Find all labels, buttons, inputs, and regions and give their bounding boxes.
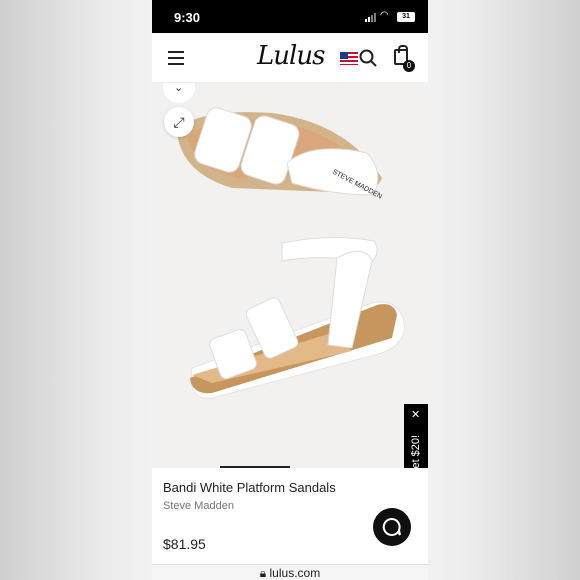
site-logo[interactable]: Lulus: [257, 41, 325, 71]
svg-text:⌄: ⌄: [174, 83, 183, 94]
menu-icon[interactable]: [168, 51, 184, 69]
signal-icon: [365, 13, 376, 22]
chat-button[interactable]: [373, 508, 411, 546]
url-text[interactable]: lulus.com: [270, 566, 321, 580]
wifi-icon: ◠: [380, 10, 389, 21]
right-backdrop: [428, 0, 580, 580]
close-icon[interactable]: ✕: [411, 408, 420, 421]
status-time: 9:30: [174, 10, 201, 25]
product-brand[interactable]: Steve Madden: [163, 500, 234, 512]
product-title: Bandi White Platform Sandals: [163, 480, 336, 495]
lock-icon: 🔒︎: [259, 566, 267, 580]
browser-url-bar[interactable]: 🔒︎ lulus.com: [152, 564, 428, 580]
product-price: $81.95: [163, 536, 206, 552]
chat-icon: [382, 517, 401, 536]
left-backdrop: [0, 0, 152, 580]
status-bar: 9:30 ◠ 31: [152, 0, 428, 33]
cart-count-badge: 0: [403, 60, 415, 72]
product-info: Bandi White Platform Sandals Steve Madde…: [152, 468, 428, 580]
product-image: STEVE MADDEN ⌄: [163, 83, 405, 399]
search-icon[interactable]: [359, 49, 377, 67]
site-header: Lulus 0: [152, 33, 428, 83]
product-image-gallery[interactable]: STEVE MADDEN ⌄ ⤢: [152, 83, 428, 468]
us-flag-icon[interactable]: [340, 52, 358, 65]
expand-icon[interactable]: ⤢: [164, 107, 194, 137]
battery-indicator: 31: [397, 12, 415, 22]
phone-screen: 9:30 ◠ 31 Lulus 0 STEVE MADDEN ⌄ ⤢ ✕ Get…: [152, 0, 428, 580]
